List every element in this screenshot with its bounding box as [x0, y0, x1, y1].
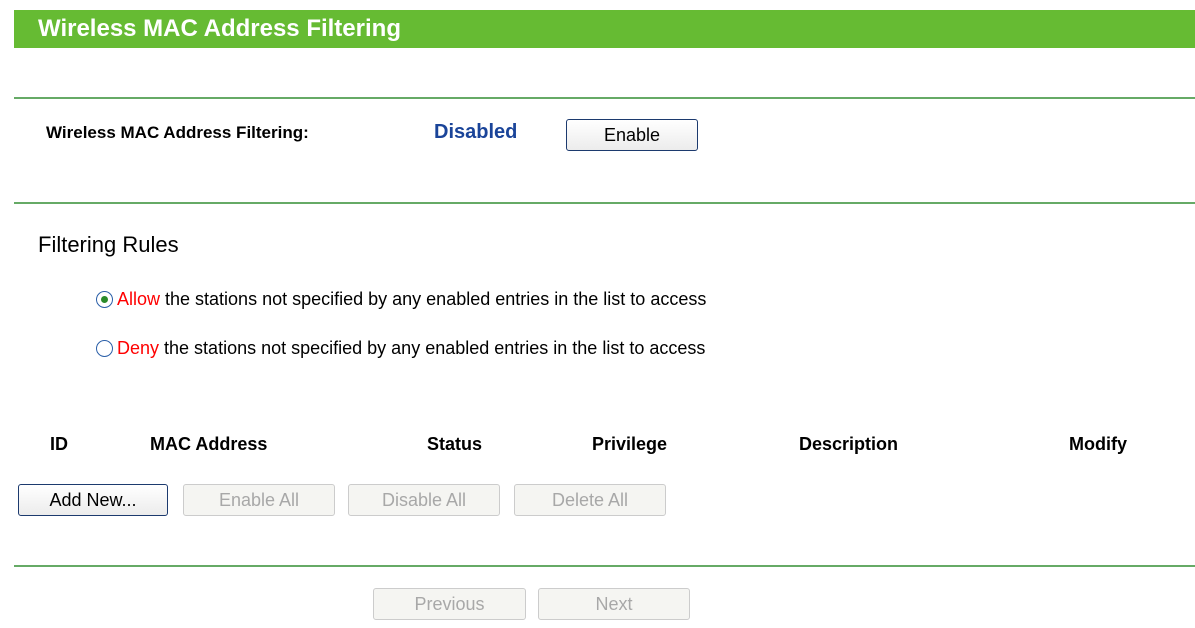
next-button[interactable]: Next [538, 588, 690, 620]
column-mac-address: MAC Address [150, 434, 268, 454]
allow-keyword: Allow [117, 288, 161, 309]
divider [14, 565, 1195, 567]
filtering-label: Wireless MAC Address Filtering: [46, 123, 309, 142]
page-header: Wireless MAC Address Filtering [14, 10, 1195, 48]
filtering-status: Disabled [434, 121, 518, 143]
deny-rule-text: the stations not specified by any enable… [164, 337, 706, 358]
previous-button[interactable]: Previous [373, 588, 526, 620]
column-modify: Modify [1069, 434, 1127, 454]
allow-rule-option[interactable]: Allow the stations not specified by any … [96, 287, 706, 311]
enable-button[interactable]: Enable [566, 119, 698, 151]
page-title: Wireless MAC Address Filtering [38, 15, 401, 42]
column-description: Description [799, 434, 899, 454]
deny-keyword: Deny [117, 337, 160, 358]
column-privilege: Privilege [592, 434, 668, 454]
deny-rule-option[interactable]: Deny the stations not specified by any e… [96, 336, 705, 360]
column-id: ID [50, 434, 68, 454]
enable-all-button[interactable]: Enable All [183, 484, 335, 516]
allow-rule-text: the stations not specified by any enable… [165, 288, 707, 309]
filtering-rules-heading: Filtering Rules [38, 232, 179, 257]
add-new-button[interactable]: Add New... [18, 484, 168, 516]
allow-radio[interactable] [96, 290, 113, 308]
divider [14, 202, 1195, 204]
column-status: Status [427, 434, 483, 454]
deny-radio[interactable] [96, 339, 113, 357]
disable-all-button[interactable]: Disable All [348, 484, 500, 516]
divider [14, 97, 1195, 99]
delete-all-button[interactable]: Delete All [514, 484, 666, 516]
